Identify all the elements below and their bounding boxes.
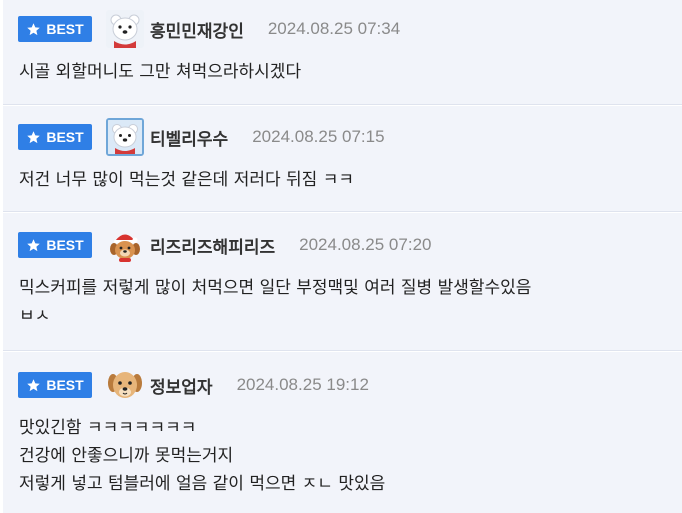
best-badge: BEST [18,16,92,42]
best-badge: BEST [18,372,92,398]
comment-text: 믹스커피를 저렇게 많이 처먹으면 일단 부정맥및 여러 질병 발생할수있음 ㅂ… [19,274,667,330]
comment-header: BEST 리즈리즈해피리즈 2024.08.25 07:20 [18,226,432,264]
best-badge-label: BEST [46,21,84,37]
comment-list: BEST 흥민민재강인 2024.08.25 07:34 시골 외할머니도 그만… [0,0,682,513]
comment-item: BEST 티벨리우수 2024.08.25 07:15 저건 너무 많이 먹는것… [3,106,682,212]
star-icon [27,238,41,251]
nickname[interactable]: 티벨리우수 [150,125,228,150]
comment-text: 저건 너무 많이 먹는것 같은데 저러다 뒤짐 ㅋㅋ [19,166,354,194]
comment-header: BEST 흥민민재강인 2024.08.25 07:34 [18,10,401,48]
comment-line: 저렇게 넣고 텀블러에 얼음 같이 먹으면 ㅈㄴ 맛있음 [19,474,386,494]
star-icon [27,378,41,391]
best-badge-label: BEST [46,377,84,393]
best-badge: BEST [18,232,92,258]
comment-line: ㅂㅅ [19,306,51,326]
nickname[interactable]: 정보업자 [150,373,213,398]
nickname[interactable]: 흥민민재강인 [150,17,244,42]
comment-header: BEST 정보업자 2024.08.25 19:12 [18,366,369,404]
comment-item: BEST 흥민민재강인 2024.08.25 07:34 시골 외할머니도 그만… [3,0,682,105]
timestamp: 2024.08.25 19:12 [236,375,369,394]
comment-line: 시골 외할머니도 그만 쳐먹으라하시겠다 [19,62,302,82]
polar-bear-icon[interactable] [106,118,144,156]
timestamp: 2024.08.25 07:15 [252,127,385,146]
star-icon [27,130,41,143]
best-badge-label: BEST [46,237,84,253]
puppy-icon[interactable] [106,366,144,404]
best-badge: BEST [18,124,92,150]
comment-line: 저건 너무 많이 먹는것 같은데 저러다 뒤짐 ㅋㅋ [19,170,354,190]
comment-text: 맛있긴함 ㅋㅋㅋㅋㅋㅋㅋ 건강에 안좋으니까 못먹는거지 저렇게 넣고 텀블러에… [19,414,385,498]
timestamp: 2024.08.25 07:20 [299,235,432,254]
comment-line: 맛있긴함 ㅋㅋㅋㅋㅋㅋㅋ [19,418,197,438]
comment-item: BEST 리즈리즈해피리즈 2024.08.25 07:20 믹스커피를 저렇게… [3,213,682,351]
puppy-santa-hat-icon[interactable] [106,226,144,264]
comment-item: BEST 정보업자 2024.08.25 19:12 맛있긴함 ㅋㅋㅋㅋㅋㅋㅋ … [3,352,682,513]
polar-bear-icon[interactable] [106,10,144,48]
nickname[interactable]: 리즈리즈해피리즈 [150,233,275,258]
star-icon [27,22,41,35]
comment-line: 믹스커피를 저렇게 많이 처먹으면 일단 부정맥및 여러 질병 발생할수있음 [19,278,532,298]
comment-line: 건강에 안좋으니까 못먹는거지 [19,446,234,466]
best-badge-label: BEST [46,129,84,145]
comment-header: BEST 티벨리우수 2024.08.25 07:15 [18,118,385,156]
comment-text: 시골 외할머니도 그만 쳐먹으라하시겠다 [19,58,301,86]
timestamp: 2024.08.25 07:34 [267,19,401,38]
